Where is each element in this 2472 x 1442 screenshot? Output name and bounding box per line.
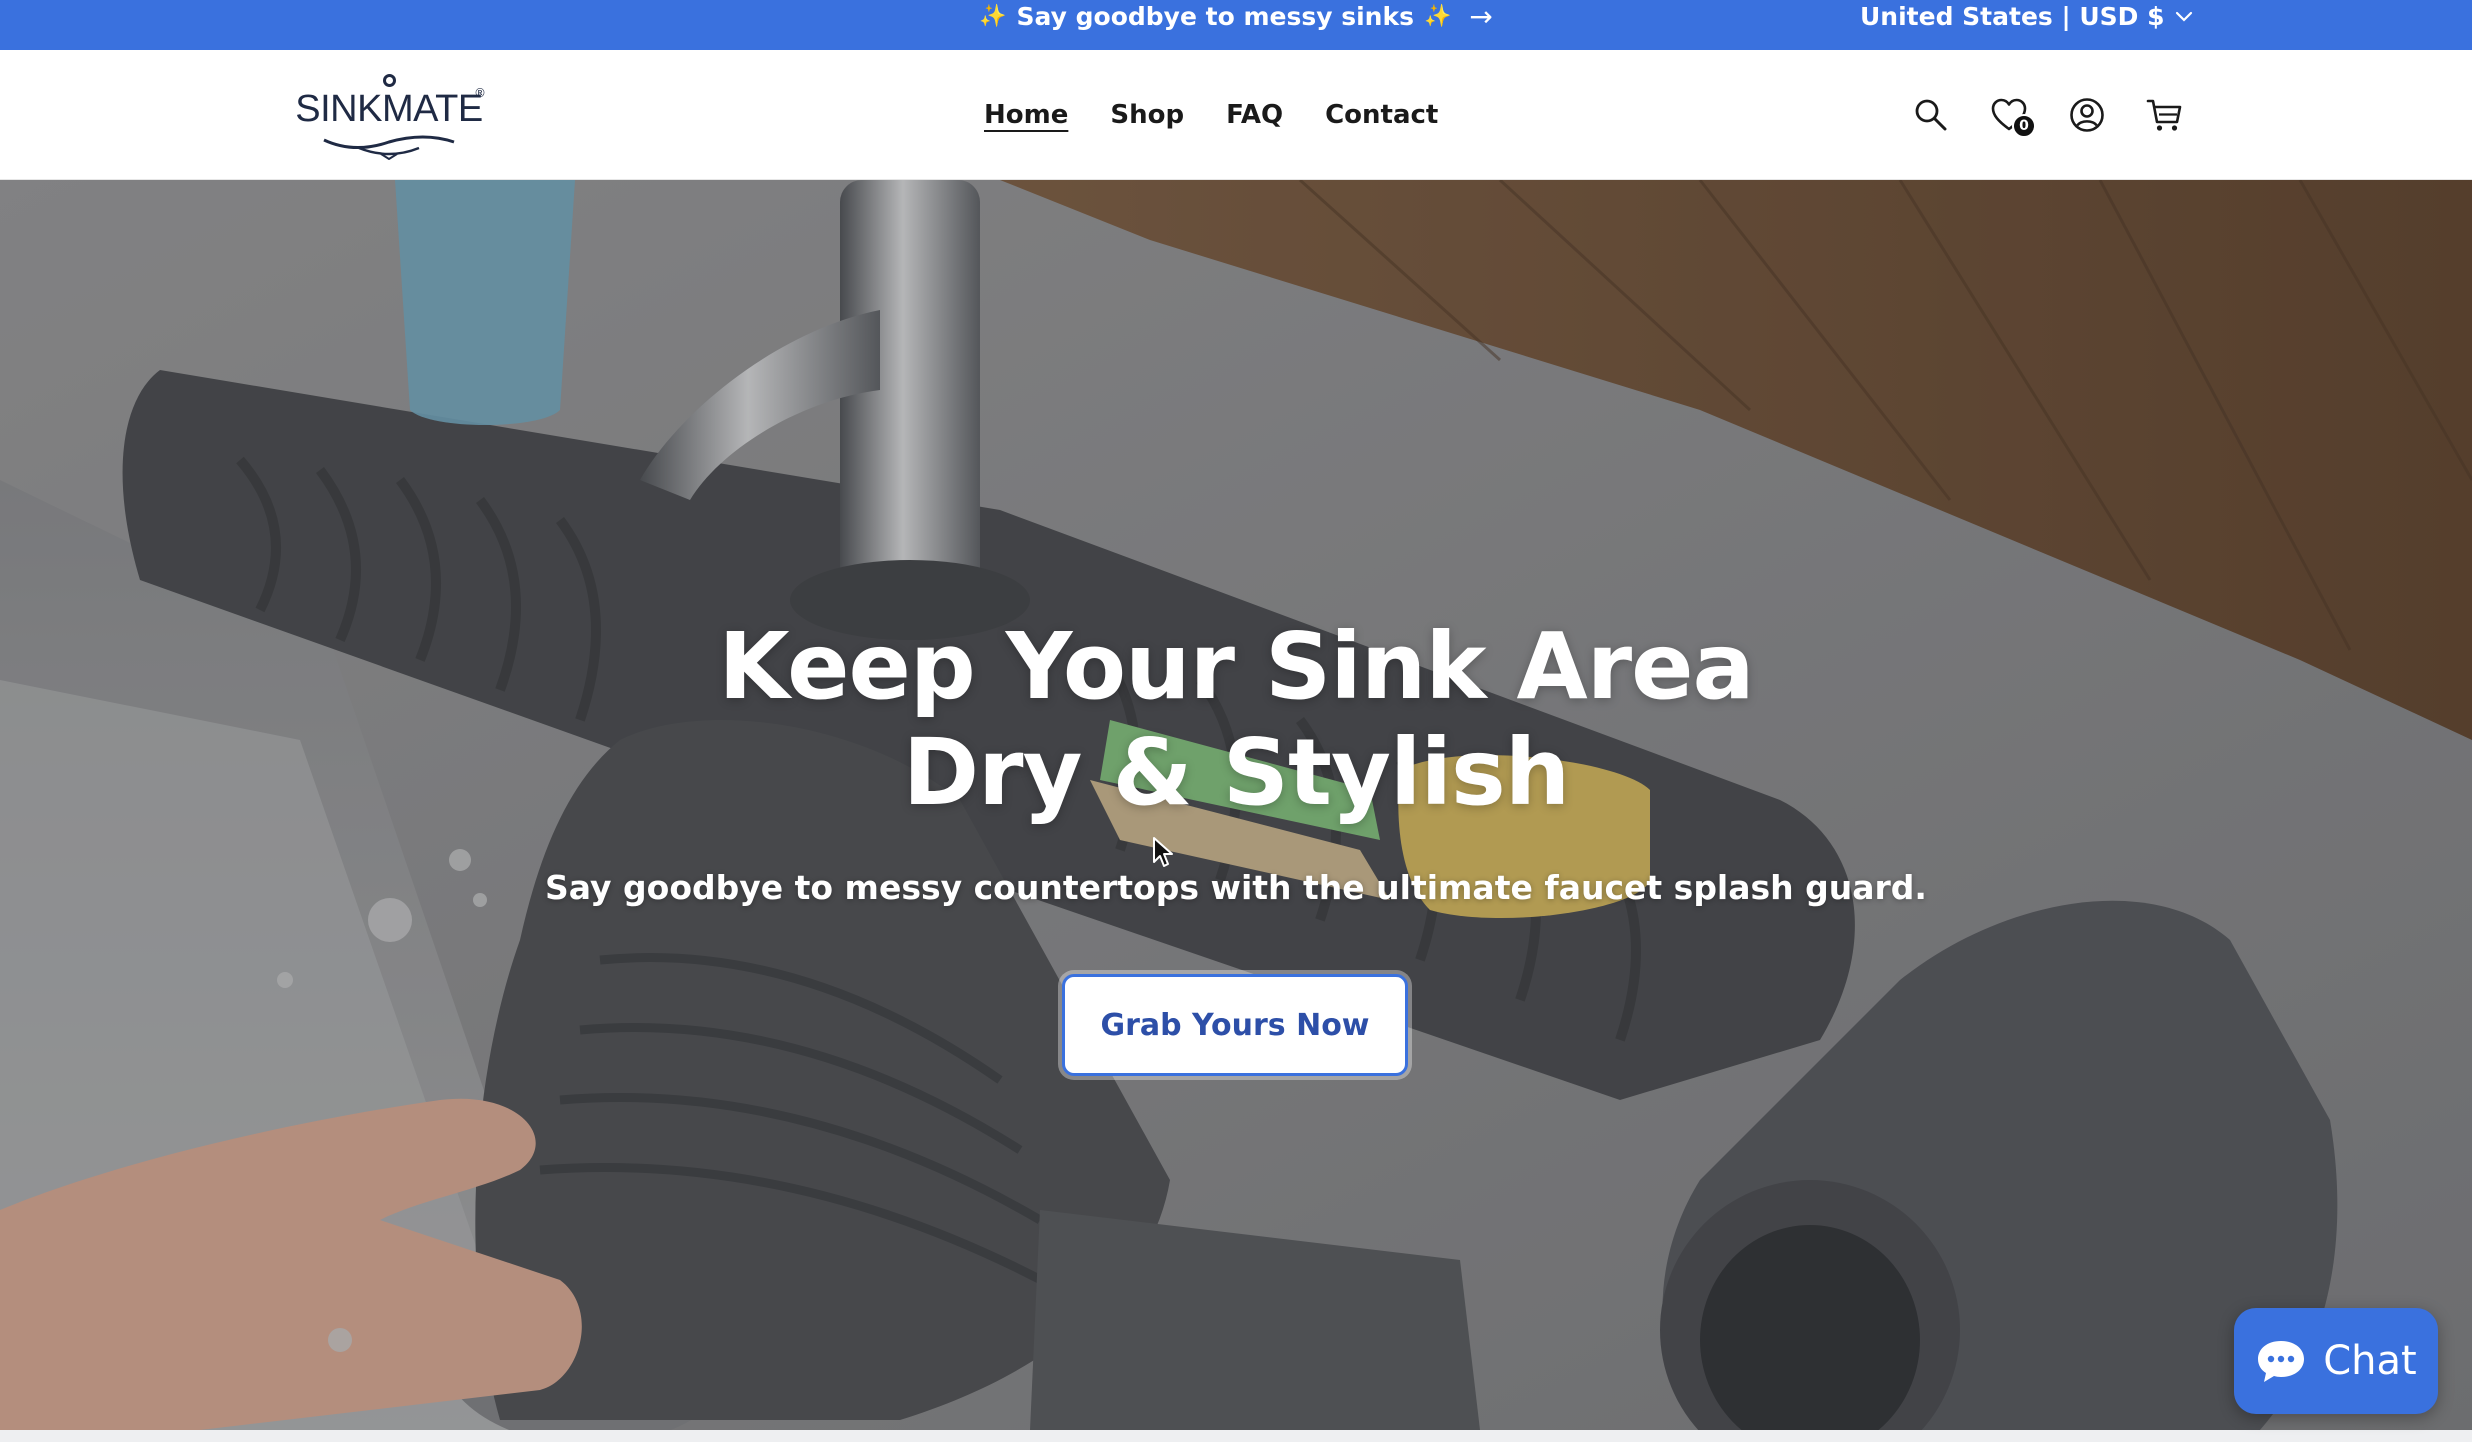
grab-yours-now-button[interactable]: Grab Yours Now [1062,974,1408,1076]
hero-banner: Keep Your Sink Area Dry & Stylish Say go… [0,180,2472,1430]
hero-subheading: Say goodbye to messy countertops with th… [545,868,1927,907]
search-icon [1915,99,1947,131]
logo-registered-mark: ® [474,86,486,100]
sinkmate-logo[interactable]: SINKMATE ® [294,74,486,160]
header-icons: 0 [1912,50,2184,180]
mouse-cursor-icon [1153,837,1173,867]
country-currency-selector[interactable]: United States | USD $ [1860,0,2194,32]
hero-heading-line-2: Dry & Stylish [902,719,1571,826]
site-header: SINKMATE ® Home Shop FAQ Contact 0 [0,50,2472,180]
nav-home[interactable]: Home [984,94,1068,136]
announcement-bar: ✨ Say goodbye to messy sinks ✨ → United … [0,0,2472,50]
sparkle-icon: ✨ [1423,3,1452,29]
nav-contact[interactable]: Contact [1325,94,1438,136]
cart-icon [2146,99,2182,131]
announcement-text: Say goodbye to messy sinks [1016,1,1414,31]
nav-faq[interactable]: FAQ [1226,94,1283,136]
wishlist-count-badge: 0 [2012,114,2036,138]
account-icon [2070,98,2104,132]
chat-label: Chat [2323,1338,2417,1384]
locale-label: United States | USD $ [1860,1,2165,31]
hero-heading: Keep Your Sink Area Dry & Stylish [536,614,1936,826]
page-bottom-strip [0,1430,2472,1442]
sparkle-icon: ✨ [979,3,1007,29]
main-navigation: Home Shop FAQ Contact [984,50,1438,180]
chat-widget-button[interactable]: Chat [2234,1308,2438,1414]
logo-dot [383,74,396,87]
wishlist-button[interactable]: 0 [1990,96,2036,138]
nav-shop[interactable]: Shop [1110,94,1184,136]
arrow-right-icon: → [1469,0,1493,33]
account-button[interactable] [2068,96,2106,134]
cart-button[interactable] [2146,96,2184,134]
logo-wave-icon [323,135,455,160]
chat-bubble-icon [2258,1341,2305,1382]
chevron-down-icon [2176,11,2193,22]
search-button[interactable] [1912,96,1950,134]
logo-wordmark: SINKMATE [295,88,483,130]
hero-heading-line-1: Keep Your Sink Area [718,613,1754,720]
